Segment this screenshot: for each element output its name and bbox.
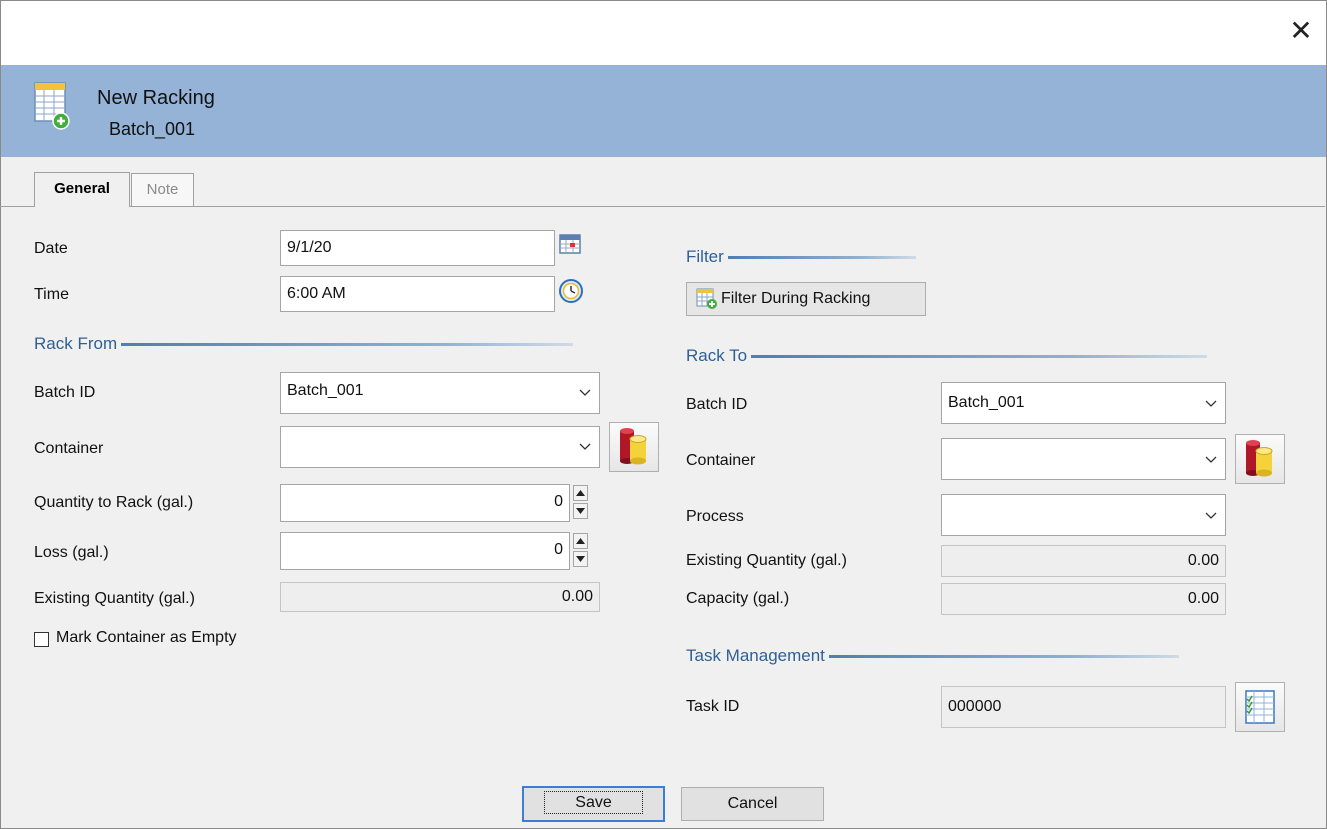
- save-button[interactable]: Save: [522, 786, 665, 822]
- table-add-icon: [696, 288, 717, 309]
- loss-stepper[interactable]: [573, 532, 590, 568]
- save-label: Save: [544, 791, 643, 814]
- rack-to-title: Rack To: [686, 346, 748, 365]
- rack-to-section: Rack To: [686, 346, 1208, 366]
- from-container-select[interactable]: [280, 426, 600, 468]
- from-existing-field: 0.00: [280, 582, 600, 612]
- loss-label: Loss (gal.): [34, 544, 109, 561]
- close-button[interactable]: ✕: [1284, 15, 1318, 49]
- task-management-section: Task Management: [686, 646, 1179, 666]
- dialog-title: New Racking: [97, 87, 215, 109]
- from-container-label: Container: [34, 440, 104, 457]
- section-divider: [121, 342, 574, 346]
- chevron-down-icon: [579, 373, 591, 397]
- process-select[interactable]: [941, 494, 1226, 536]
- from-batch-select[interactable]: Batch_001: [280, 372, 600, 414]
- chevron-down-icon: [1205, 495, 1217, 520]
- stepper-down[interactable]: [573, 503, 588, 519]
- tab-divider: [0, 206, 1325, 207]
- mark-empty-label: Mark Container as Empty: [56, 629, 237, 646]
- table-add-icon: [34, 82, 70, 130]
- to-batch-label: Batch ID: [686, 396, 748, 413]
- container-picker-button[interactable]: [609, 422, 659, 472]
- container-picker-button[interactable]: [1235, 434, 1285, 484]
- stepper-up[interactable]: [573, 533, 588, 549]
- section-divider: [727, 255, 916, 259]
- date-field[interactable]: 9/1/20: [280, 230, 555, 266]
- from-batch-value: Batch_001: [287, 382, 364, 399]
- stepper-down[interactable]: [573, 551, 588, 567]
- chevron-down-icon: [1205, 383, 1217, 408]
- tab-general[interactable]: General: [34, 172, 130, 207]
- to-batch-select[interactable]: Batch_001: [941, 382, 1226, 424]
- filter-during-racking-button[interactable]: Filter During Racking: [686, 282, 926, 316]
- containers-icon: [620, 428, 647, 465]
- dialog-subtitle: Batch_001: [109, 119, 196, 139]
- quantity-field[interactable]: 0: [280, 484, 570, 522]
- calendar-icon[interactable]: [558, 232, 582, 256]
- time-label: Time: [34, 286, 69, 303]
- cancel-button[interactable]: Cancel: [681, 787, 824, 821]
- filter-button-label: Filter During Racking: [721, 290, 871, 307]
- clock-icon[interactable]: [558, 278, 584, 304]
- chevron-down-icon: [1205, 439, 1217, 464]
- to-existing-label: Existing Quantity (gal.): [686, 552, 847, 569]
- task-picker-button[interactable]: [1235, 682, 1285, 732]
- to-batch-value: Batch_001: [948, 394, 1025, 411]
- filter-section: Filter: [686, 247, 916, 267]
- section-divider: [828, 654, 1179, 658]
- title-bar: ✕: [1, 1, 1326, 65]
- quantity-label: Quantity to Rack (gal.): [34, 494, 194, 511]
- filter-title: Filter: [686, 247, 724, 266]
- to-container-label: Container: [686, 452, 756, 469]
- task-management-title: Task Management: [686, 646, 825, 665]
- dialog-header: New Racking Batch_001: [1, 65, 1326, 157]
- containers-icon: [1246, 440, 1273, 477]
- rack-from-title: Rack From: [34, 334, 118, 353]
- chevron-down-icon: [579, 427, 591, 451]
- from-existing-label: Existing Quantity (gal.): [34, 590, 195, 607]
- to-container-select[interactable]: [941, 438, 1226, 480]
- stepper-up[interactable]: [573, 485, 588, 501]
- rack-from-section: Rack From: [34, 334, 574, 354]
- from-batch-label: Batch ID: [34, 384, 96, 401]
- task-list-icon: [1245, 690, 1275, 724]
- date-label: Date: [34, 240, 68, 257]
- tab-note[interactable]: Note: [131, 173, 194, 206]
- process-label: Process: [686, 508, 744, 525]
- to-existing-field: 0.00: [941, 545, 1226, 577]
- loss-field[interactable]: 0: [280, 532, 570, 570]
- task-id-field: 000000: [941, 686, 1226, 728]
- mark-empty-checkbox[interactable]: [34, 632, 49, 647]
- section-divider: [751, 354, 1208, 358]
- capacity-label: Capacity (gal.): [686, 590, 790, 607]
- active-tab-gap: [35, 205, 127, 208]
- capacity-field: 0.00: [941, 583, 1226, 615]
- time-field[interactable]: 6:00 AM: [280, 276, 555, 312]
- quantity-stepper[interactable]: [573, 484, 590, 520]
- task-id-label: Task ID: [686, 698, 740, 715]
